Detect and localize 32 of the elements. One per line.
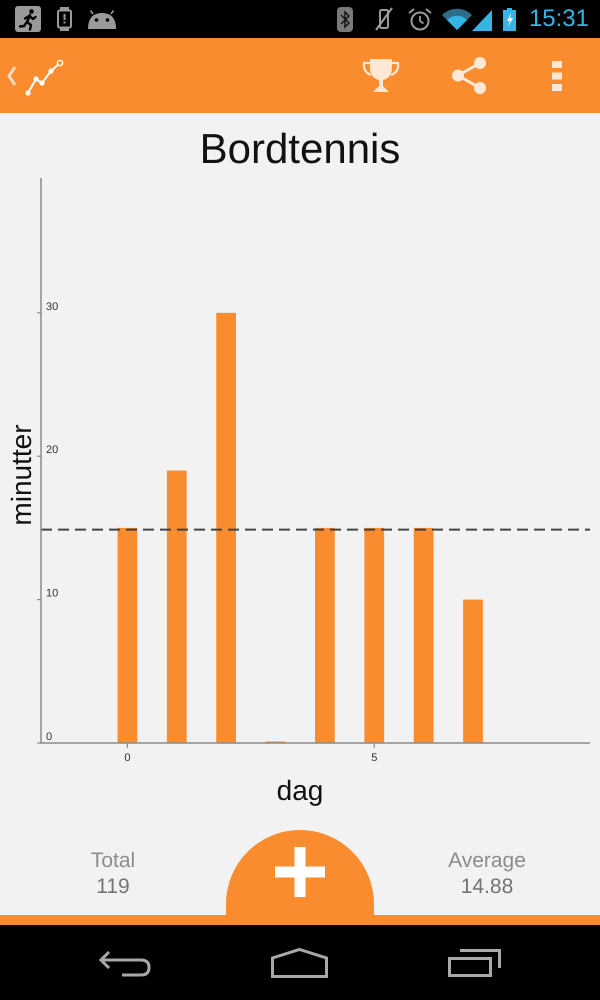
- y-tick-label: 30: [46, 300, 58, 313]
- android-head-icon: [88, 10, 116, 28]
- trophy-icon[interactable]: [362, 58, 400, 93]
- stat-label: Total: [90, 848, 136, 874]
- stat-value: 14.88: [460, 874, 514, 900]
- y-axis-label: minutter: [6, 424, 37, 526]
- y-tick-label: 20: [46, 444, 58, 456]
- recent-apps-icon[interactable]: [448, 948, 501, 976]
- back-chevron-icon[interactable]: [6, 66, 17, 86]
- battery-charging-icon: [502, 8, 516, 30]
- share-icon[interactable]: [451, 57, 487, 94]
- stat-value: 119: [96, 874, 130, 900]
- signal-icon: [472, 10, 492, 30]
- back-arrow-icon[interactable]: [99, 951, 151, 977]
- running-person-icon: [15, 6, 41, 32]
- wifi-icon: [442, 8, 472, 30]
- x-axis-label: dag: [276, 775, 324, 806]
- plus-icon: [275, 847, 325, 897]
- line-chart-icon[interactable]: [25, 58, 64, 96]
- overflow-menu-icon[interactable]: [552, 60, 562, 90]
- clock-time: 15:31: [528, 7, 589, 31]
- alarm-clock-icon: [408, 8, 432, 30]
- bluetooth-icon: [336, 6, 353, 32]
- muted-phone-icon: [374, 7, 393, 31]
- x-tick-label: 0: [124, 752, 130, 764]
- chart-title: Bordtennis: [198, 124, 402, 174]
- y-tick-label: 10: [46, 588, 58, 600]
- stat-label: Average: [448, 848, 526, 874]
- x-tick-label: 5: [371, 752, 378, 764]
- home-icon[interactable]: [271, 948, 328, 978]
- y-tick-label: 0: [46, 731, 52, 743]
- watch-alert-icon: [57, 7, 72, 31]
